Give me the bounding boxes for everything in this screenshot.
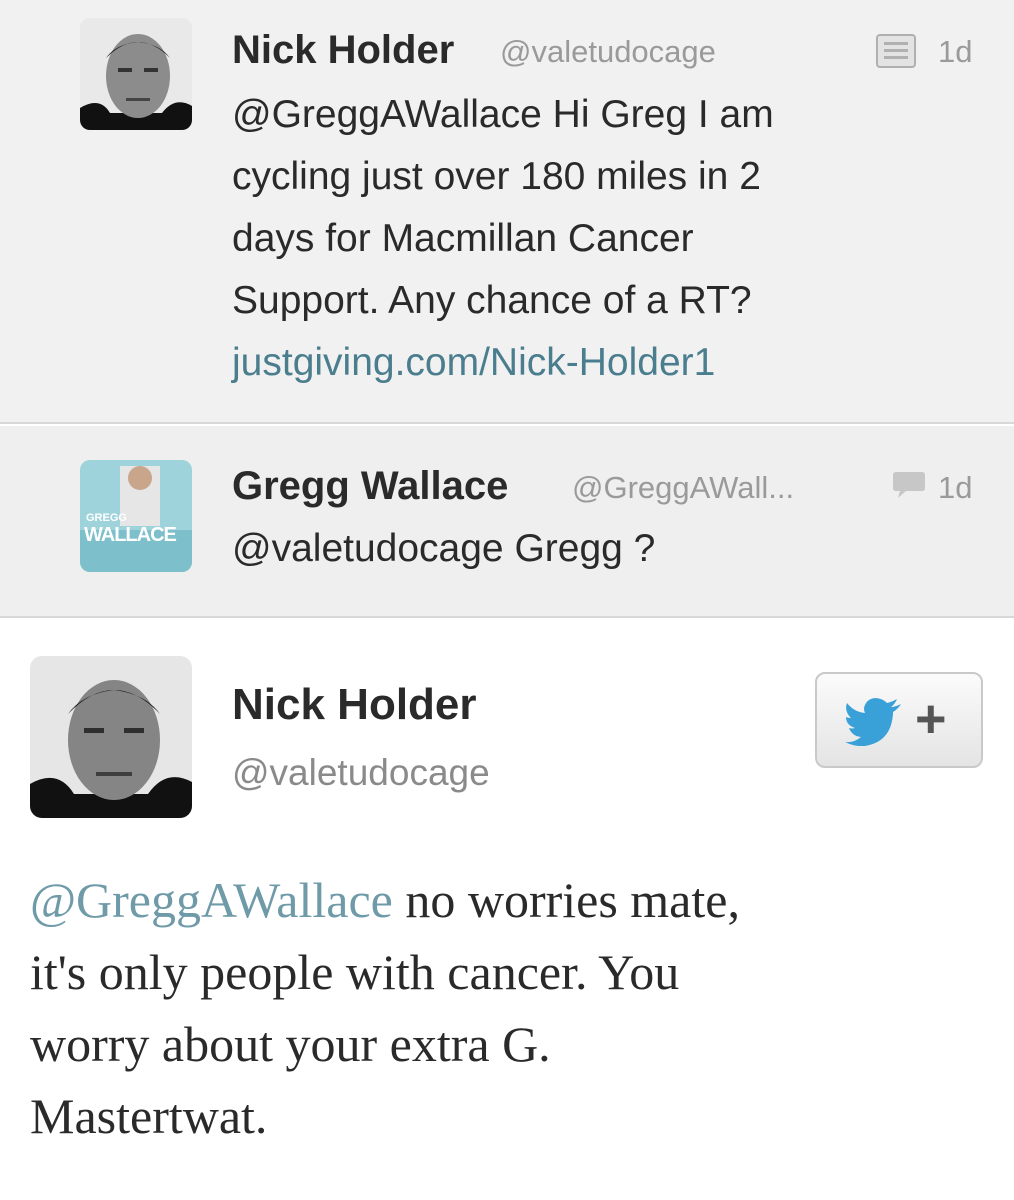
tweet-link[interactable]: justgiving.com/Nick-Holder1: [232, 332, 992, 394]
follow-button[interactable]: +: [815, 672, 983, 768]
expanded-text: Mastertwat.: [30, 1088, 268, 1144]
follow-plus: +: [915, 689, 947, 749]
tweet-author-handle[interactable]: @GreggAWall...: [572, 470, 794, 506]
expanded-mention[interactable]: @GreggAWallace: [30, 872, 393, 928]
expanded-text: no worries mate,: [392, 872, 740, 928]
avatar-nick-holder-image: [80, 18, 192, 130]
expanded-author-name[interactable]: Nick Holder: [232, 680, 477, 730]
tweet-gregg-wallace[interactable]: GREGG WALLACE Gregg Wallace @GreggAWall.…: [0, 426, 1014, 618]
tweet-text-line: days for Macmillan Cancer: [232, 217, 694, 260]
avatar-label-top: GREGG: [86, 512, 127, 524]
tweet-nick-holder[interactable]: Nick Holder @valetudocage 1d @GreggAWall…: [0, 0, 1014, 424]
tweet-author-handle[interactable]: @valetudocage: [500, 34, 716, 70]
tweet-mention[interactable]: @GreggAWallace: [232, 93, 542, 136]
avatar-label-main: WALLACE: [84, 524, 177, 546]
expanded-tweet-body: @GreggAWallace no worries mate, it's onl…: [30, 864, 990, 1152]
avatar-nick-holder-large-image: [30, 656, 192, 818]
tweet-time[interactable]: 1d: [938, 470, 972, 506]
tweet-author-name[interactable]: Nick Holder: [232, 28, 454, 73]
reply-bubble-icon: [892, 470, 926, 505]
twitter-bird-icon: [845, 698, 903, 751]
tweet-body: @valetudocage Gregg ?: [232, 527, 656, 570]
tweet-time[interactable]: 1d: [938, 34, 972, 70]
tweet-body: @GreggAWallace Hi Greg I am cycling just…: [232, 84, 992, 394]
expanded-author-handle[interactable]: @valetudocage: [232, 752, 490, 794]
expanded-text: it's only people with cancer. You: [30, 944, 680, 1000]
avatar-gregg-wallace[interactable]: GREGG WALLACE: [80, 460, 192, 572]
expanded-text: worry about your extra G.: [30, 1016, 551, 1072]
tweet-body-line-1: @GreggAWallace Hi Greg I am: [232, 84, 992, 146]
avatar-nick-holder[interactable]: [80, 18, 192, 130]
conversation-icon: [876, 34, 916, 73]
avatar-nick-holder-large[interactable]: [30, 656, 192, 818]
tweet-text-line: Support. Any chance of a RT?: [232, 279, 752, 322]
tweet-author-name[interactable]: Gregg Wallace: [232, 464, 508, 509]
expanded-line-1: @GreggAWallace no worries mate,: [30, 864, 990, 936]
tweet-text-line: Hi Greg I am: [552, 93, 774, 136]
tweet-text-line: cycling just over 180 miles in 2: [232, 155, 761, 198]
